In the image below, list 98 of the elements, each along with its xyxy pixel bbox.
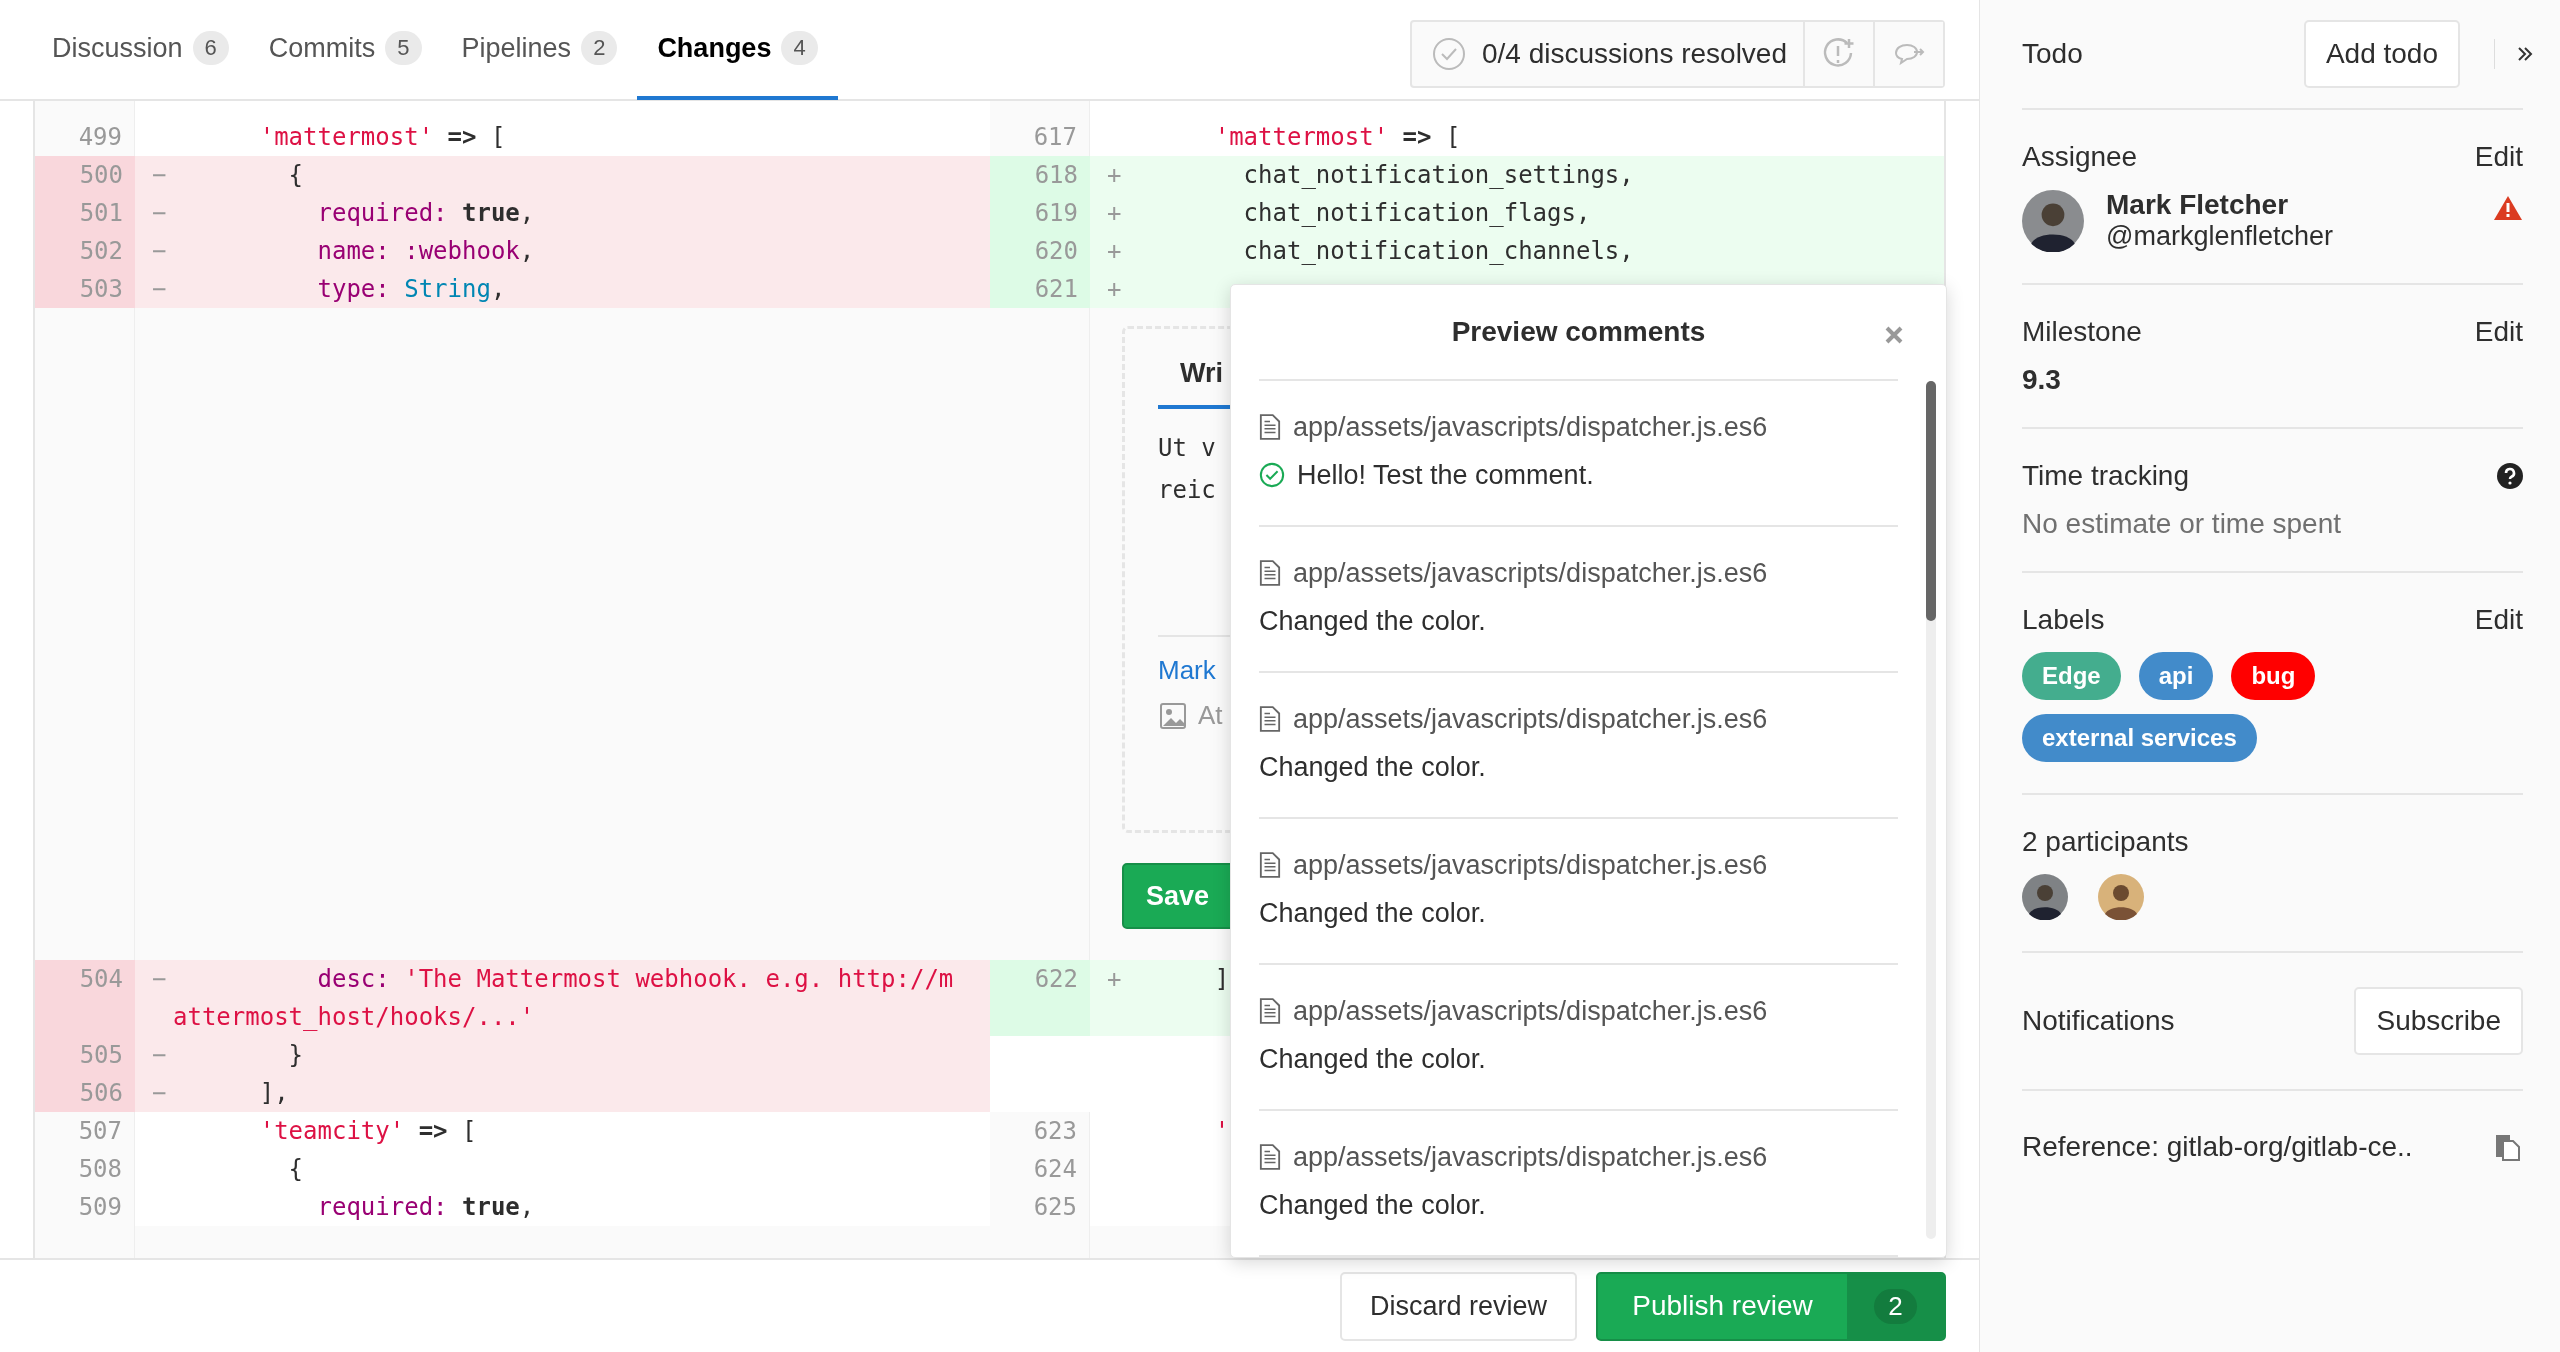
line-number: 621	[990, 270, 1090, 308]
comment-text: Hello! Test the comment.	[1297, 459, 1594, 491]
line-number: 622	[990, 960, 1090, 1036]
section-title: Labels	[2022, 604, 2105, 636]
comment-text: Changed the color.	[1259, 605, 1486, 637]
file-path: app/assets/javascripts/dispatcher.js.es6	[1293, 995, 1768, 1027]
line-number: 624	[990, 1150, 1090, 1188]
comment-preview-item[interactable]: app/assets/javascripts/dispatcher.js.es6 Changed the color.	[1259, 673, 1898, 819]
edit-link[interactable]: Edit	[2474, 316, 2523, 348]
comment-preview-item[interactable]: app/assets/javascripts/dispatcher.js.es6 Hello! Test the comment.	[1259, 381, 1898, 527]
section-title: Time tracking	[2022, 460, 2189, 492]
diff-sign: −	[151, 198, 168, 229]
discard-review-button[interactable]: Discard review	[1340, 1271, 1577, 1341]
diff-sign: −	[151, 1078, 168, 1109]
edit-link[interactable]: Edit	[2474, 604, 2523, 636]
time-tracking-status: No estimate or time spent	[2022, 508, 2343, 540]
notifications-label: Notifications	[2022, 1005, 2175, 1037]
line-number: 503	[35, 270, 135, 308]
participants-title: 2 participants	[2022, 826, 2190, 858]
code-text: {	[287, 1154, 304, 1185]
code-text: chat_notification_flags,	[1242, 198, 1591, 229]
code-text: type: String,	[316, 274, 506, 305]
count-badge: 6	[192, 31, 229, 65]
label-tag[interactable]: bug	[2231, 652, 2316, 700]
edit-link[interactable]: Edit	[2474, 141, 2523, 173]
line-number: 623	[990, 1112, 1090, 1150]
comment-text: Changed the color.	[1259, 751, 1486, 783]
code-text: {	[287, 160, 304, 191]
tab[interactable]: Commits 5	[248, 0, 442, 100]
file-path: app/assets/javascripts/dispatcher.js.es6	[1293, 703, 1768, 735]
count-badge: 5	[385, 31, 422, 65]
count-badge: 2	[1874, 1288, 1917, 1324]
code-text: required: true,	[316, 198, 535, 229]
comment-preview-item[interactable]: app/assets/javascripts/dispatcher.js.es6 Changed the color.	[1259, 527, 1898, 673]
add-todo-button[interactable]: Add todo	[2303, 20, 2460, 88]
line-number: 507	[35, 1112, 135, 1150]
file-path: app/assets/javascripts/dispatcher.js.es6	[1293, 1141, 1768, 1173]
diff-sign: −	[151, 964, 168, 995]
diff-sign: −	[151, 274, 168, 305]
line-number: 618	[990, 156, 1090, 194]
section-title: Assignee	[2022, 141, 2138, 173]
file-path: app/assets/javascripts/dispatcher.js.es6	[1293, 557, 1768, 589]
diff-sign: +	[1106, 160, 1123, 191]
code-text: chat_notification_channels,	[1242, 236, 1634, 267]
popup-title: Preview comments	[1451, 316, 1706, 348]
code-text: desc: 'The Mattermost webhook. e.g. http://mattermost_host/hooks/...'	[173, 964, 955, 1033]
line-number: 509	[35, 1188, 135, 1226]
line-number: 505	[35, 1036, 135, 1074]
line-number: 617	[990, 118, 1090, 156]
line-number: 625	[990, 1188, 1090, 1226]
line-number: 500	[35, 156, 135, 194]
diff-sign: +	[1106, 198, 1123, 229]
label-tag[interactable]: api	[2138, 652, 2214, 700]
comment-text: Changed the color.	[1259, 1043, 1486, 1075]
code-text: 'mattermost' => [	[1213, 122, 1461, 153]
discussion-status: 0/4 discussions resolved	[1481, 38, 1788, 70]
comment-preview-item[interactable]: app/assets/javascripts/dispatcher.js.es6 Changed the color.	[1259, 1111, 1898, 1257]
assignee-name[interactable]: Mark Fletcher	[2106, 189, 2471, 221]
code-text: name: :webhook,	[316, 236, 535, 267]
reference-text: Reference: gitlab-org/gitlab-ce..	[2022, 1131, 2413, 1163]
code-text: chat_notification_settings,	[1242, 160, 1634, 191]
line-number: 504	[35, 960, 135, 1036]
assignee-username: @markglenfletcher	[2106, 221, 2334, 252]
line-number: 501	[35, 194, 135, 232]
line-number: 508	[35, 1150, 135, 1188]
todo-label: Todo	[2022, 38, 2083, 70]
code-text: required: true,	[316, 1192, 535, 1223]
code-text: '	[1213, 1116, 1230, 1147]
count-badge: 2	[581, 31, 618, 65]
diff-sign: −	[151, 160, 168, 191]
code-text: ]	[1213, 964, 1230, 995]
code-text: 'teamcity' => [	[258, 1116, 477, 1147]
diff-sign: +	[1106, 274, 1123, 305]
diff-sign: +	[1106, 236, 1123, 267]
code-text: ],	[258, 1078, 289, 1109]
code-text: 'mattermost' => [	[258, 122, 506, 153]
milestone-value[interactable]: 9.3	[2022, 364, 2523, 396]
diff-sign: +	[1106, 964, 1123, 995]
line-number: 506	[35, 1074, 135, 1112]
tab[interactable]: Changes 4	[637, 0, 838, 100]
label-tag[interactable]: external services	[2022, 714, 2257, 762]
comment-text: Changed the color.	[1259, 1189, 1486, 1221]
line-number: 499	[35, 118, 135, 156]
tab[interactable]: Pipelines 2	[441, 0, 638, 100]
subscribe-button[interactable]: Subscribe	[2354, 987, 2523, 1055]
line-number: 619	[990, 194, 1090, 232]
file-path: app/assets/javascripts/dispatcher.js.es6	[1293, 411, 1768, 443]
section-title: Milestone	[2022, 316, 2142, 348]
line-number: 620	[990, 232, 1090, 270]
comment-preview-item[interactable]: app/assets/javascripts/dispatcher.js.es6 Changed the color.	[1259, 965, 1898, 1111]
comment-preview-item[interactable]: app/assets/javascripts/dispatcher.js.es6 Changed the color.	[1259, 819, 1898, 965]
diff-sign: −	[151, 1040, 168, 1071]
line-number: 502	[35, 232, 135, 270]
count-badge: 4	[781, 31, 818, 65]
publish-review-button[interactable]: Publish review 2	[1596, 1271, 1946, 1341]
tab[interactable]: Discussion 6	[32, 0, 249, 100]
diff-sign: −	[151, 236, 168, 267]
code-text: }	[287, 1040, 304, 1071]
